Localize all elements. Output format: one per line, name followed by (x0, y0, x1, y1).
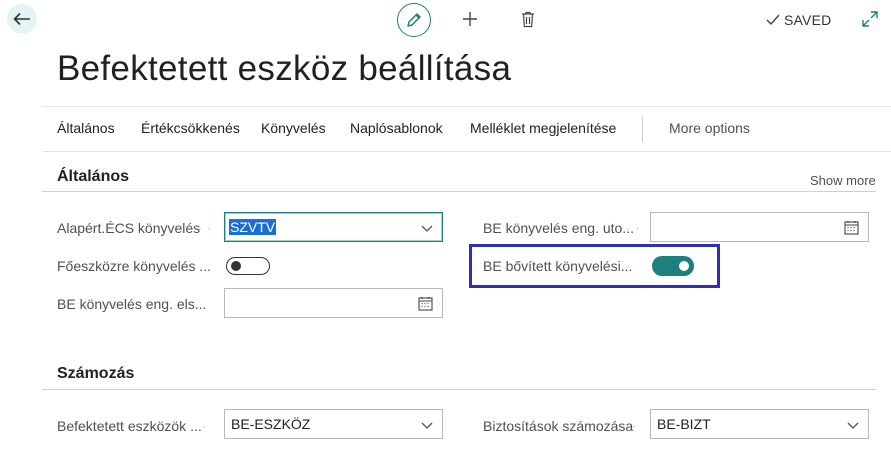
expand-button[interactable] (861, 10, 879, 28)
expand-icon (862, 11, 878, 27)
default-depr-posting-select[interactable]: SZVTV (224, 212, 443, 242)
saved-status: SAVED (766, 12, 831, 28)
plus-icon (463, 12, 477, 26)
action-depreciation[interactable]: Értékcsökkenés (141, 120, 240, 136)
post-to-main-asset-toggle[interactable] (226, 257, 270, 275)
field-leader-dots: · (202, 419, 207, 433)
post-to-main-asset-label: Főeszközre könyvelés ... (57, 258, 212, 274)
action-bar-bottom-divider (42, 151, 891, 152)
chevron-down-icon[interactable] (420, 418, 434, 432)
fixed-asset-nos-value: BE-ESZKÖZ (231, 416, 311, 432)
show-more-link[interactable]: Show more (810, 173, 876, 188)
pencil-icon (407, 13, 421, 27)
extended-posting-label: BE bővített könyvelési... (483, 258, 633, 274)
extended-posting-toggle[interactable] (652, 256, 694, 276)
chevron-down-icon[interactable] (420, 221, 434, 235)
fixed-asset-nos-label: Befektetett eszközök ... (57, 418, 202, 434)
action-general[interactable]: Általános (57, 120, 115, 136)
insurance-nos-label: Biztosítások számozása (483, 418, 634, 434)
default-depr-posting-label: Alapért.ÉCS könyvelés (57, 220, 201, 236)
delete-button[interactable] (519, 9, 537, 29)
allow-posting-to-label: BE könyvelés eng. uto... (483, 220, 634, 236)
trash-icon (522, 11, 534, 27)
insurance-nos-select[interactable]: BE-BIZT (650, 409, 869, 439)
allow-posting-from-input[interactable] (224, 288, 443, 318)
edit-button[interactable] (397, 3, 431, 37)
back-arrow-icon (13, 12, 30, 26)
field-leader-dots: · · (198, 221, 213, 235)
page-title: Befektetett eszköz beállítása (57, 49, 512, 88)
fixed-asset-nos-select[interactable]: BE-ESZKÖZ (224, 409, 443, 439)
action-bar-top-divider (42, 106, 891, 107)
action-more-options[interactable]: More options (669, 120, 750, 136)
field-leader-dots: · (626, 259, 631, 273)
calendar-icon[interactable] (418, 296, 433, 311)
new-button[interactable] (461, 10, 479, 28)
field-leader-dots: · · (626, 221, 641, 235)
toggle-knob (679, 261, 689, 271)
action-separator (642, 116, 643, 142)
action-journal-templates[interactable]: Naplósablonok (350, 120, 443, 136)
back-button[interactable] (7, 4, 37, 34)
allow-posting-to-input[interactable] (650, 212, 869, 242)
action-show-attachments[interactable]: Melléklet megjelenítése (470, 120, 616, 136)
section-numbering-title[interactable]: Számozás (57, 365, 134, 383)
checkmark-icon (766, 14, 780, 26)
insurance-nos-value: BE-BIZT (657, 416, 711, 432)
saved-label: SAVED (784, 12, 832, 28)
section-numbering-divider (42, 389, 876, 390)
action-posting[interactable]: Könyvelés (261, 120, 326, 136)
calendar-icon[interactable] (844, 220, 859, 235)
section-general-divider (42, 191, 876, 192)
toggle-knob (231, 261, 241, 271)
section-general-title[interactable]: Általános (57, 168, 129, 186)
allow-posting-from-label: BE könyvelés eng. els... (57, 296, 207, 312)
chevron-down-icon[interactable] (846, 418, 860, 432)
field-leader-dots: · (632, 419, 637, 433)
default-depr-posting-value: SZVTV (229, 219, 277, 235)
